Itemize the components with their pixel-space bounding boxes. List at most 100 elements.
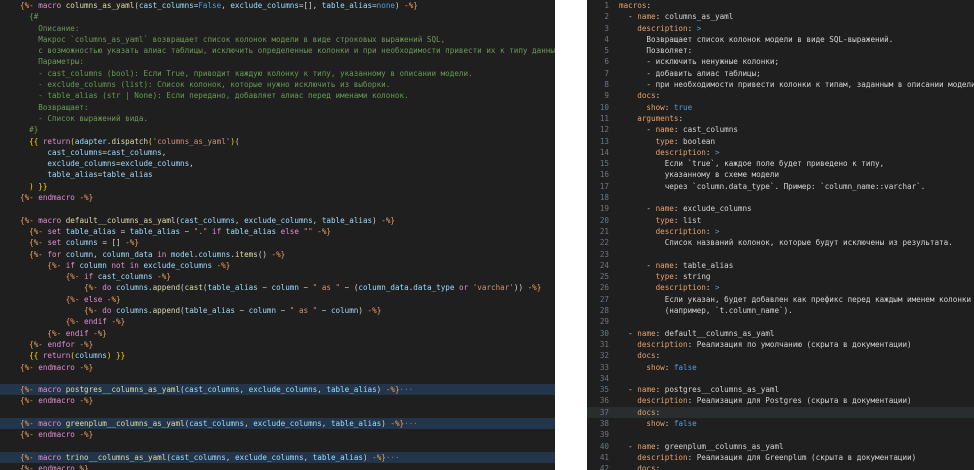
yaml-code-line[interactable]: 22 Список названий колонок, которые буду… <box>587 237 974 248</box>
jinja-code-line[interactable]: {%- endmacro -%} <box>0 429 555 440</box>
yaml-code-line[interactable]: 8 - при необходимости привести колонки к… <box>587 79 974 90</box>
yaml-code-line[interactable]: 39 <box>587 429 974 440</box>
jinja-code-line[interactable]: {%- do columns.append(table_alias ~ colu… <box>0 305 555 316</box>
yaml-code-line[interactable]: 5 Позволяет: <box>587 45 974 56</box>
code-token: ) <box>372 215 382 225</box>
code-token: -%} <box>79 339 94 349</box>
yaml-editor-pane[interactable]: 1 macros: 2 - name: columns_as_yaml 3 descr… <box>587 0 974 470</box>
jinja-code-line[interactable]: {%- macro postgres__columns_as_yaml(cast… <box>0 384 555 396</box>
jinja-code-line[interactable]: {%- macro greenplum__columns_as_yaml(cas… <box>0 417 555 430</box>
jinja-code-line[interactable]: {%- endif -%} <box>0 328 555 339</box>
folded-region-ellipsis[interactable]: ··· <box>386 453 400 462</box>
jinja-code-line[interactable]: {%- for column, column_data in model.col… <box>0 249 555 260</box>
yaml-code-line[interactable]: 4 Возвращает список колонок модели в вид… <box>587 34 974 45</box>
jinja-code-lines[interactable]: {%- macro columns_as_yaml (cast_columns = F… <box>0 0 555 470</box>
jinja-code-line[interactable]: {%- macro trino__columns_as_yaml(cast_co… <box>0 451 555 464</box>
yaml-code-line[interactable]: 31 description: Реализация по умолчанию … <box>587 339 974 350</box>
folded-region-ellipsis[interactable]: ··· <box>404 419 418 428</box>
jinja-code-line[interactable]: cast_columns=cast_columns, <box>0 147 555 158</box>
yaml-code-line[interactable]: 27 Если указан, будет добавлен как префи… <box>587 294 974 305</box>
jinja-code-line[interactable]: {%- set columns = [] -%} <box>0 237 555 248</box>
code-token: , <box>221 1 231 10</box>
line-number: 23 <box>599 249 609 259</box>
jinja-code-line[interactable]: {%- else -%} <box>0 294 555 305</box>
jinja-code-line[interactable]: - Список выражений вида. <box>0 113 555 124</box>
code-token: -%} <box>111 317 126 327</box>
jinja-code-line[interactable]: {%- macro default__columns_as_yaml(cast_… <box>0 215 555 226</box>
jinja-code-line[interactable]: {{ return(adapter.dispatch('columns_as_y… <box>0 136 555 147</box>
yaml-code-line[interactable]: 40 - name: greenplum__columns_as_yaml <box>587 441 974 452</box>
jinja-code-line[interactable]: {%- endif -%} <box>0 316 555 327</box>
jinja-code-line[interactable]: {%- if column not in exclude_columns -%} <box>0 260 555 271</box>
yaml-code-line[interactable]: 25 type: string <box>587 271 974 282</box>
yaml-code-line[interactable]: 36 description: Реализация для Postgres … <box>587 395 974 406</box>
jinja-code-line[interactable]: - table_alias (str | None): Если передан… <box>0 90 555 101</box>
line-number: 25 <box>599 272 609 282</box>
yaml-code-line[interactable]: 19 - name: exclude_columns <box>587 203 974 214</box>
jinja-code-line[interactable]: {# <box>0 11 555 22</box>
yaml-code-line[interactable]: 7 - добавить алиас таблицы; <box>587 68 974 79</box>
jinja-code-line[interactable]: {%- endmacro -%} <box>0 395 555 406</box>
yaml-code-line[interactable]: 28 (например, `t.column_name`). <box>587 305 974 316</box>
yaml-code-line[interactable]: 12 - name: cast_columns <box>587 124 974 135</box>
yaml-code-line[interactable]: 11 arguments: <box>587 113 974 124</box>
yaml-code-line[interactable]: 26 description: > <box>587 282 974 293</box>
jinja-code-line[interactable]: {%- endmacro -%} <box>0 362 555 373</box>
line-number: 11 <box>599 113 609 123</box>
yaml-code-line[interactable]: 23 <box>587 249 974 260</box>
yaml-code-line[interactable]: 1 macros: <box>587 0 974 11</box>
yaml-code-line[interactable]: 42 docs: <box>587 463 974 470</box>
jinja-code-line[interactable]: Параметры: <box>0 56 555 67</box>
code-token: : <box>687 339 697 349</box>
yaml-code-line[interactable]: 17 через `column.data_type`. Пример: `co… <box>587 181 974 192</box>
yaml-code-line[interactable]: 41 description: Реализация для Greenplum… <box>587 452 974 463</box>
yaml-code-line[interactable]: 3 description: > <box>587 23 974 34</box>
jinja-code-line[interactable]: - exclude_columns (list): Список колонок… <box>0 79 555 90</box>
jinja-code-line[interactable] <box>0 203 555 214</box>
yaml-code-line[interactable]: 2 - name: columns_as_yaml <box>587 11 974 22</box>
yaml-code-line[interactable]: 38 show: false <box>587 418 974 429</box>
yaml-code-line[interactable]: 10 show: true <box>587 102 974 113</box>
yaml-code-line[interactable]: 33 show: false <box>587 362 974 373</box>
yaml-code-line[interactable]: 18 <box>587 192 974 203</box>
yaml-code-line[interactable]: 30 - name: default__columns_as_yaml <box>587 328 974 339</box>
yaml-code-line[interactable]: 9 docs: <box>587 90 974 101</box>
jinja-code-line[interactable]: Возвращает: <box>0 102 555 113</box>
jinja-code-line[interactable]: Описание: <box>0 23 555 34</box>
yaml-code-line[interactable]: 37 docs: <box>587 406 974 418</box>
jinja-code-line[interactable]: {%- do columns.append(cast(table_alias ~… <box>0 282 555 293</box>
jinja-editor-pane[interactable]: {%- macro columns_as_yaml (cast_columns = F… <box>0 0 555 470</box>
yaml-code-line[interactable]: 15 Если `true`, каждое поле будет привед… <box>587 158 974 169</box>
jinja-code-line[interactable]: Макрос `columns_as_yaml` возвращает спис… <box>0 34 555 45</box>
yaml-code-line[interactable]: 21 description: > <box>587 226 974 237</box>
jinja-code-line[interactable] <box>0 441 555 452</box>
jinja-code-line[interactable]: {%- endmacro -%} <box>0 192 555 203</box>
jinja-code-line[interactable]: #} <box>0 124 555 135</box>
yaml-code-line[interactable]: 35 - name: postgres__columns_as_yaml <box>587 384 974 395</box>
yaml-code-line[interactable]: 6 - исключить ненужные колонки; <box>587 56 974 67</box>
jinja-code-line[interactable]: {%- if cast_columns -%} <box>0 271 555 282</box>
jinja-code-line[interactable]: {%- endfor -%} <box>0 339 555 350</box>
jinja-code-line[interactable]: exclude_columns=exclude_columns, <box>0 158 555 169</box>
yaml-code-line[interactable]: 34 <box>587 373 974 384</box>
jinja-code-line[interactable]: {%- set table_alias = table_alias ~ "." … <box>0 226 555 237</box>
jinja-code-line[interactable]: table_alias=table_alias <box>0 169 555 180</box>
folded-region-ellipsis[interactable]: ··· <box>400 385 414 394</box>
jinja-code-line[interactable]: {{ return(columns) }} <box>0 350 555 361</box>
yaml-code-line[interactable]: 24 - name: table_alias <box>587 260 974 271</box>
jinja-code-line[interactable]: ) }} <box>0 181 555 192</box>
yaml-code-line[interactable]: 32 docs: <box>587 350 974 361</box>
yaml-code-line[interactable]: 13 type: boolean <box>587 136 974 147</box>
jinja-code-line[interactable]: {%- macro columns_as_yaml(cast_columns=F… <box>0 0 555 11</box>
yaml-code-lines[interactable]: 1 macros: 2 - name: columns_as_yaml 3 descr… <box>587 0 974 470</box>
yaml-code-line[interactable]: 16 указанному в схеме модели <box>587 169 974 180</box>
yaml-code-line[interactable]: 20 type: list <box>587 215 974 226</box>
yaml-code-line[interactable]: 29 <box>587 316 974 327</box>
yaml-code-line[interactable]: 14 description: > <box>587 147 974 158</box>
code-token: cast_columns <box>189 418 245 428</box>
jinja-code-line[interactable]: с возможностью указать алиас таблицы, ис… <box>0 45 555 56</box>
jinja-code-line[interactable] <box>0 407 555 418</box>
jinja-code-line[interactable]: - cast_columns (bool): Если True, привод… <box>0 68 555 79</box>
jinja-code-line[interactable] <box>0 373 555 384</box>
jinja-code-line[interactable]: {%- endmacro %} <box>0 463 555 470</box>
